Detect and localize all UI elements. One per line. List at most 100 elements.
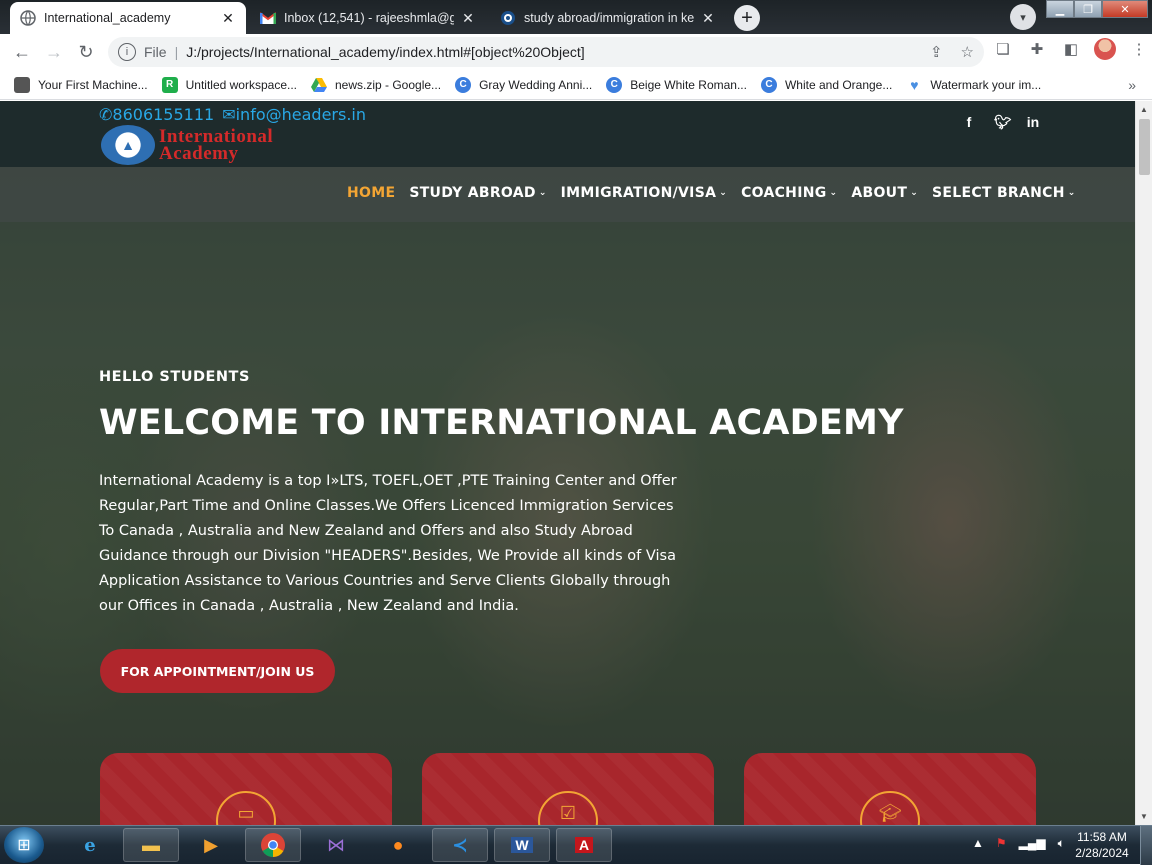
nav-home[interactable]: HOME (347, 185, 395, 201)
bookmark-label: news.zip - Google... (335, 77, 442, 92)
clock-time: 11:58 AM (1077, 830, 1127, 844)
scroll-down-icon[interactable]: ▼ (1140, 812, 1148, 821)
bookmark-item[interactable]: ♥ Watermark your im... (906, 77, 1041, 93)
web-page: ✆ 8606155111 ✉ info@headers.in ▲ Internati… (0, 101, 1135, 825)
envelope-icon: ✉ (222, 105, 236, 124)
tray-expand-icon[interactable]: ▲ (972, 836, 984, 851)
nav-label: STUDY ABROAD (409, 185, 536, 201)
bookmark-label: Watermark your im... (930, 77, 1042, 92)
feature-card[interactable]: 🎓︎ (744, 753, 1036, 825)
site-logo[interactable]: ▲ International Academy (101, 125, 273, 165)
bookmark-label: Gray Wedding Anni... (479, 77, 593, 92)
hero-title: WELCOME TO INTERNATIONAL ACADEMY (99, 403, 904, 443)
chrome-icon[interactable] (245, 828, 301, 862)
file-explorer-icon[interactable]: ▬ (123, 828, 179, 862)
volume-icon[interactable]: 🔈︎ (1058, 836, 1065, 851)
gmail-icon (260, 10, 276, 26)
action-center-flag-icon[interactable]: ⚑ (996, 836, 1007, 851)
bookmark-icon (14, 76, 30, 93)
vscode-icon[interactable]: ≺ (432, 828, 488, 862)
close-tab-icon[interactable]: ✕ (220, 10, 236, 26)
bookmark-label: Beige White Roman... (630, 77, 747, 92)
window-close-icon[interactable]: ✕ (1102, 0, 1148, 18)
facebook-icon[interactable]: f (962, 114, 976, 131)
email-address: info@headers.in (235, 105, 366, 124)
show-desktop-button[interactable] (1140, 826, 1152, 865)
nav-coaching[interactable]: COACHING ⌄ (741, 185, 837, 201)
appointment-button[interactable]: FOR APPOINTMENT/JOIN US (100, 649, 335, 693)
bookmark-item[interactable]: C White and Orange... (760, 76, 892, 93)
scroll-thumb[interactable] (1139, 119, 1150, 175)
windows-taskbar: ⊞ e ▬ ▶ ⋈ ● ≺ W A ▲ ⚑ ▂▄▆ 🔈︎ 11:58 AM 2/… (0, 825, 1152, 865)
start-button[interactable]: ⊞ (4, 827, 44, 863)
bookmark-icon: R (161, 76, 178, 93)
site-top-bar: ✆ 8606155111 ✉ info@headers.in ▲ Internati… (0, 101, 1135, 167)
phone-link[interactable]: ✆ 8606155111 (99, 105, 214, 124)
tab-international-academy[interactable]: International_academy ✕ (10, 2, 246, 34)
chevron-down-icon: ⌄ (910, 188, 919, 198)
nav-label: HOME (347, 185, 396, 201)
google-drive-icon (311, 77, 327, 93)
back-icon[interactable]: ← (6, 36, 38, 68)
chevron-down-icon: ⌄ (719, 188, 728, 198)
restore-icon[interactable]: ❐ (1074, 0, 1102, 18)
firefox-icon[interactable]: ● (370, 828, 426, 862)
minimize-icon[interactable]: ▁ (1046, 0, 1074, 18)
bookmark-item[interactable]: R Untitled workspace... (161, 76, 297, 93)
linkedin-icon[interactable]: in (1026, 114, 1040, 131)
nav-select-branch[interactable]: SELECT BRANCH ⌄ (932, 185, 1076, 201)
media-player-icon[interactable]: ▶ (183, 828, 239, 862)
heart-icon: ♥ (910, 76, 919, 93)
hero-description: International Academy is a top I»LTS, TO… (99, 473, 677, 614)
nav-immigration-visa[interactable]: IMMIGRATION/VISA ⌄ (561, 185, 727, 201)
side-panel-icon[interactable]: ◧ (1060, 38, 1082, 60)
word-icon[interactable]: W (494, 828, 550, 862)
reload-icon[interactable]: ↻ (70, 36, 102, 68)
bookmark-label: Untitled workspace... (185, 77, 297, 92)
feature-card[interactable]: ☑ (422, 753, 714, 825)
reading-list-icon[interactable]: ❏ (992, 38, 1014, 60)
system-clock[interactable]: 11:58 AM 2/28/2024 (1072, 829, 1132, 861)
profile-avatar[interactable] (1094, 38, 1116, 60)
clock-date: 2/28/2024 (1075, 846, 1129, 860)
acrobat-icon[interactable]: A (556, 828, 612, 862)
logo-line-2: Academy (159, 143, 239, 164)
share-icon[interactable]: ⇪ (930, 43, 943, 61)
nav-label: SELECT BRANCH (932, 185, 1065, 201)
twitter-icon[interactable]: 🐦︎ (994, 114, 1012, 131)
phone-number: 8606155111 (112, 105, 215, 124)
bookmark-star-icon[interactable]: ☆ (961, 43, 974, 61)
menu-kebab-icon[interactable]: ⋮ (1128, 38, 1150, 60)
email-link[interactable]: ✉ info@headers.in (222, 105, 366, 124)
extensions-icon[interactable]: ✚ (1026, 38, 1048, 60)
address-bar[interactable]: i File | J:/projects/International_acade… (108, 37, 984, 67)
bookmark-item[interactable]: Your First Machine... (14, 76, 148, 93)
page-scrollbar[interactable]: ▲ ▼ (1135, 101, 1152, 825)
tab-strip: International_academy ✕ Inbox (12,541) -… (0, 0, 1152, 34)
feature-card[interactable]: ▭ (100, 753, 392, 825)
visual-studio-icon[interactable]: ⋈ (308, 828, 364, 862)
network-signal-icon[interactable]: ▂▄▆ (1019, 836, 1046, 851)
bookmark-item[interactable]: news.zip - Google... (311, 77, 441, 93)
tab-title: study abroad/immigration in kera (524, 11, 694, 25)
scroll-up-icon[interactable]: ▲ (1140, 105, 1148, 114)
forward-icon[interactable]: → (38, 36, 70, 68)
bookmark-item[interactable]: C Beige White Roman... (606, 76, 747, 93)
internet-explorer-icon[interactable]: e (62, 828, 118, 862)
tab-title: Inbox (12,541) - rajeeshmla@gmai (284, 11, 454, 25)
nav-about[interactable]: ABOUT ⌄ (851, 185, 918, 201)
bookmark-item[interactable]: C Gray Wedding Anni... (455, 76, 593, 93)
nav-study-abroad[interactable]: STUDY ABROAD ⌄ (409, 185, 546, 201)
bookmarks-more-icon[interactable]: » (1128, 77, 1136, 93)
url-scheme: File (144, 44, 167, 60)
new-tab-button[interactable]: + (734, 5, 760, 31)
tab-gmail[interactable]: Inbox (12,541) - rajeeshmla@gmai ✕ (250, 2, 486, 34)
tab-search-icon[interactable]: ▾ (1010, 4, 1036, 30)
bookmark-label: Your First Machine... (38, 77, 148, 92)
main-navigation: HOME STUDY ABROAD ⌄ IMMIGRATION/VISA ⌄ COA… (0, 167, 1135, 222)
close-tab-icon[interactable]: ✕ (700, 10, 716, 26)
close-tab-icon[interactable]: ✕ (460, 10, 476, 26)
tab-study-abroad[interactable]: study abroad/immigration in kera ✕ (490, 2, 726, 34)
chevron-down-icon: ⌄ (538, 188, 547, 198)
info-icon[interactable]: i (118, 43, 136, 61)
